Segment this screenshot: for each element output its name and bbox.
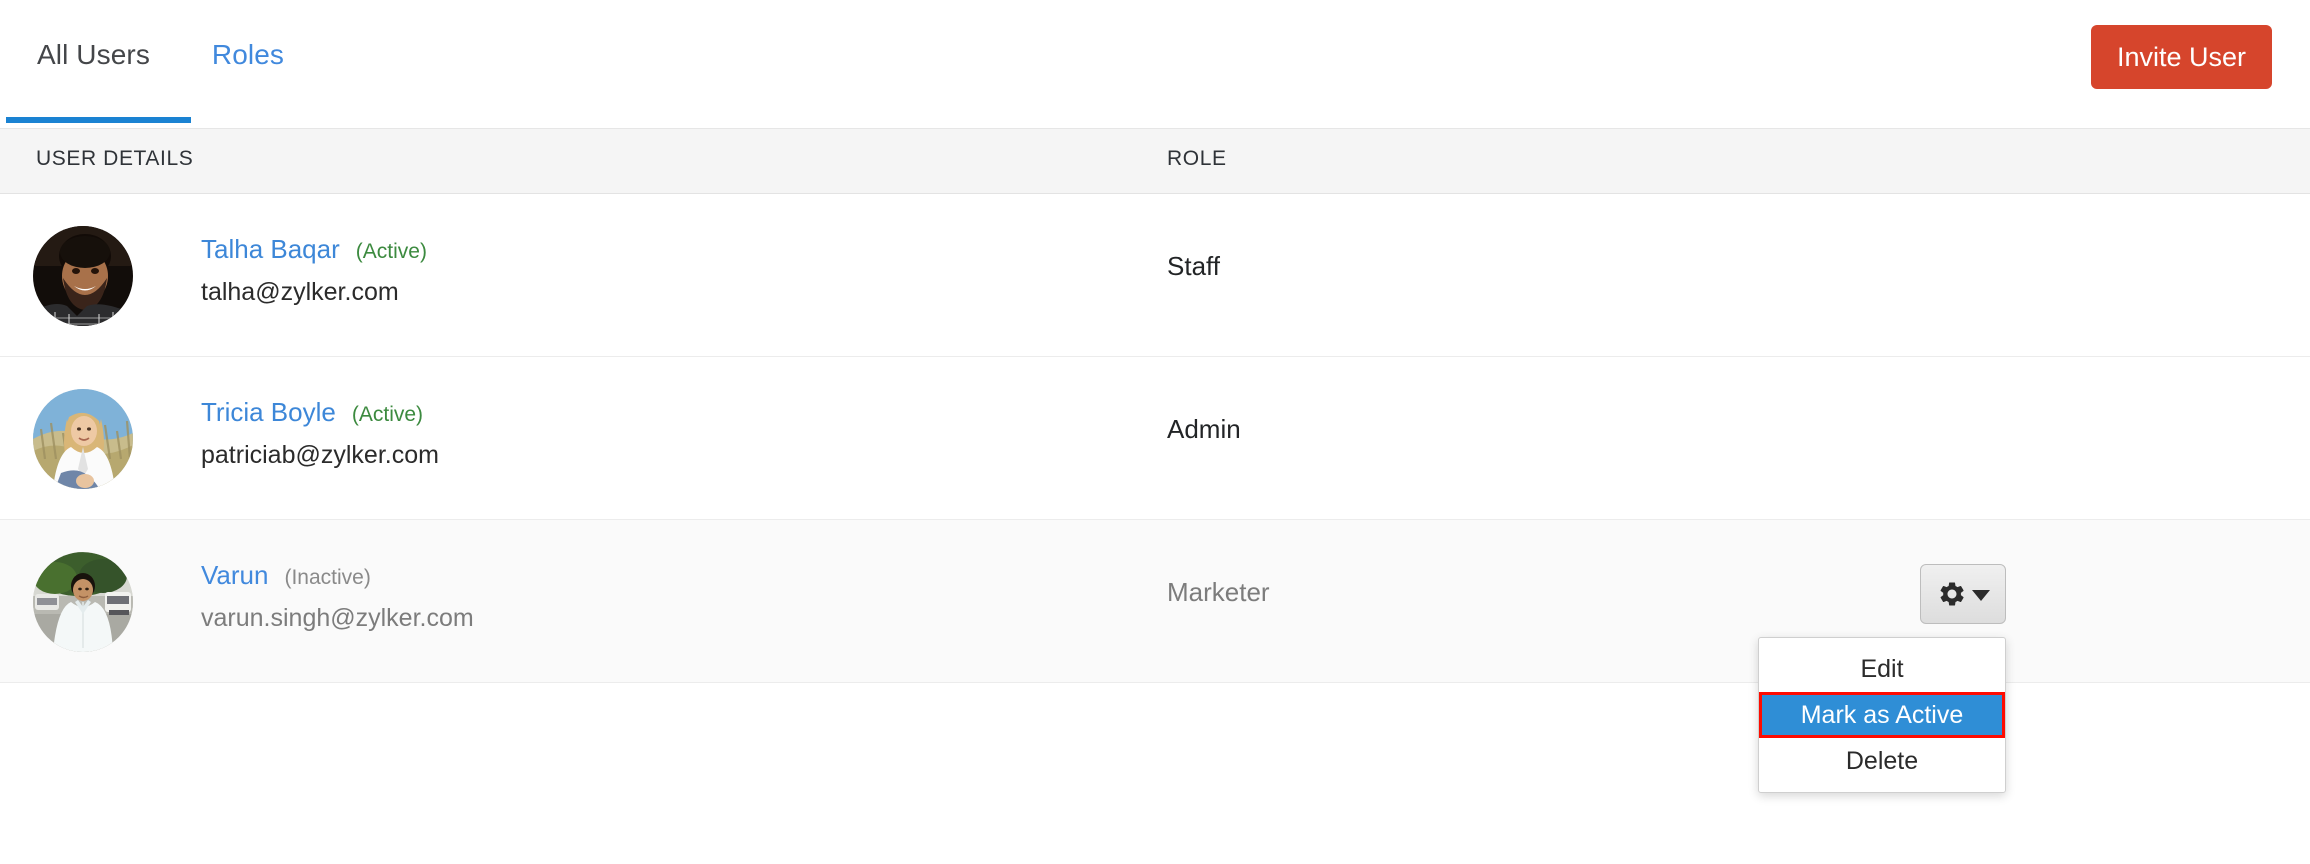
active-tab-indicator (6, 117, 191, 123)
table-header-row: USER DETAILS ROLE (0, 128, 2310, 194)
user-details-cell: Tricia Boyle (Active) patriciab@zylker.c… (201, 395, 439, 471)
status-badge: (Inactive) (284, 566, 371, 589)
table-row[interactable]: Tricia Boyle (Active) patriciab@zylker.c… (0, 357, 2310, 520)
tab-all-users[interactable]: All Users (6, 38, 181, 72)
user-name-link[interactable]: Varun (201, 558, 268, 592)
user-management-page: All Users Roles Invite User USER DETAILS… (0, 0, 2310, 864)
user-name-link[interactable]: Tricia Boyle (201, 395, 336, 429)
user-email: talha@zylker.com (201, 278, 399, 306)
menu-item-mark-as-active[interactable]: Mark as Active (1759, 692, 2005, 738)
invite-user-button[interactable]: Invite User (2090, 25, 2272, 89)
user-role: Admin (1167, 414, 1241, 444)
user-email: varun.singh@zylker.com (201, 604, 474, 632)
avatar (33, 226, 133, 326)
column-header-role: ROLE (1167, 147, 1227, 170)
user-details-cell: Talha Baqar (Active) talha@zylker.com (201, 232, 427, 308)
user-name-line: Talha Baqar (Active) (201, 232, 427, 267)
avatar (33, 389, 133, 489)
menu-item-delete[interactable]: Delete (1759, 738, 2005, 784)
tab-roles[interactable]: Roles (181, 38, 315, 72)
user-role: Staff (1167, 251, 1221, 281)
user-name-link[interactable]: Talha Baqar (201, 232, 340, 266)
avatar-photo-male-white-shirt (33, 552, 133, 652)
user-email: patriciab@zylker.com (201, 441, 439, 469)
user-details-cell: Varun (Inactive) varun.singh@zylker.com (201, 558, 474, 634)
user-name-line: Tricia Boyle (Active) (201, 395, 439, 430)
tab-bar: All Users Roles Invite User (0, 0, 2310, 128)
status-badge: (Active) (355, 240, 427, 263)
gear-icon (1940, 582, 1964, 606)
menu-item-edit[interactable]: Edit (1759, 646, 2005, 692)
user-role: Marketer (1167, 577, 1270, 607)
users-table: USER DETAILS ROLE Talha Baqar (Active) t… (0, 128, 2310, 683)
column-header-user-details: USER DETAILS (36, 147, 194, 170)
avatar (33, 552, 133, 652)
tab-list: All Users Roles (6, 38, 315, 72)
table-row[interactable]: Talha Baqar (Active) talha@zylker.com St… (0, 194, 2310, 357)
avatar-photo-female-blonde (33, 389, 133, 489)
row-actions-button[interactable] (1920, 564, 2006, 624)
user-name-line: Varun (Inactive) (201, 558, 474, 593)
chevron-down-icon (1971, 590, 1990, 601)
row-actions-menu: Edit Mark as Active Delete (1758, 637, 2006, 793)
status-badge: (Active) (351, 403, 424, 426)
avatar-photo-male-beard (33, 226, 133, 326)
